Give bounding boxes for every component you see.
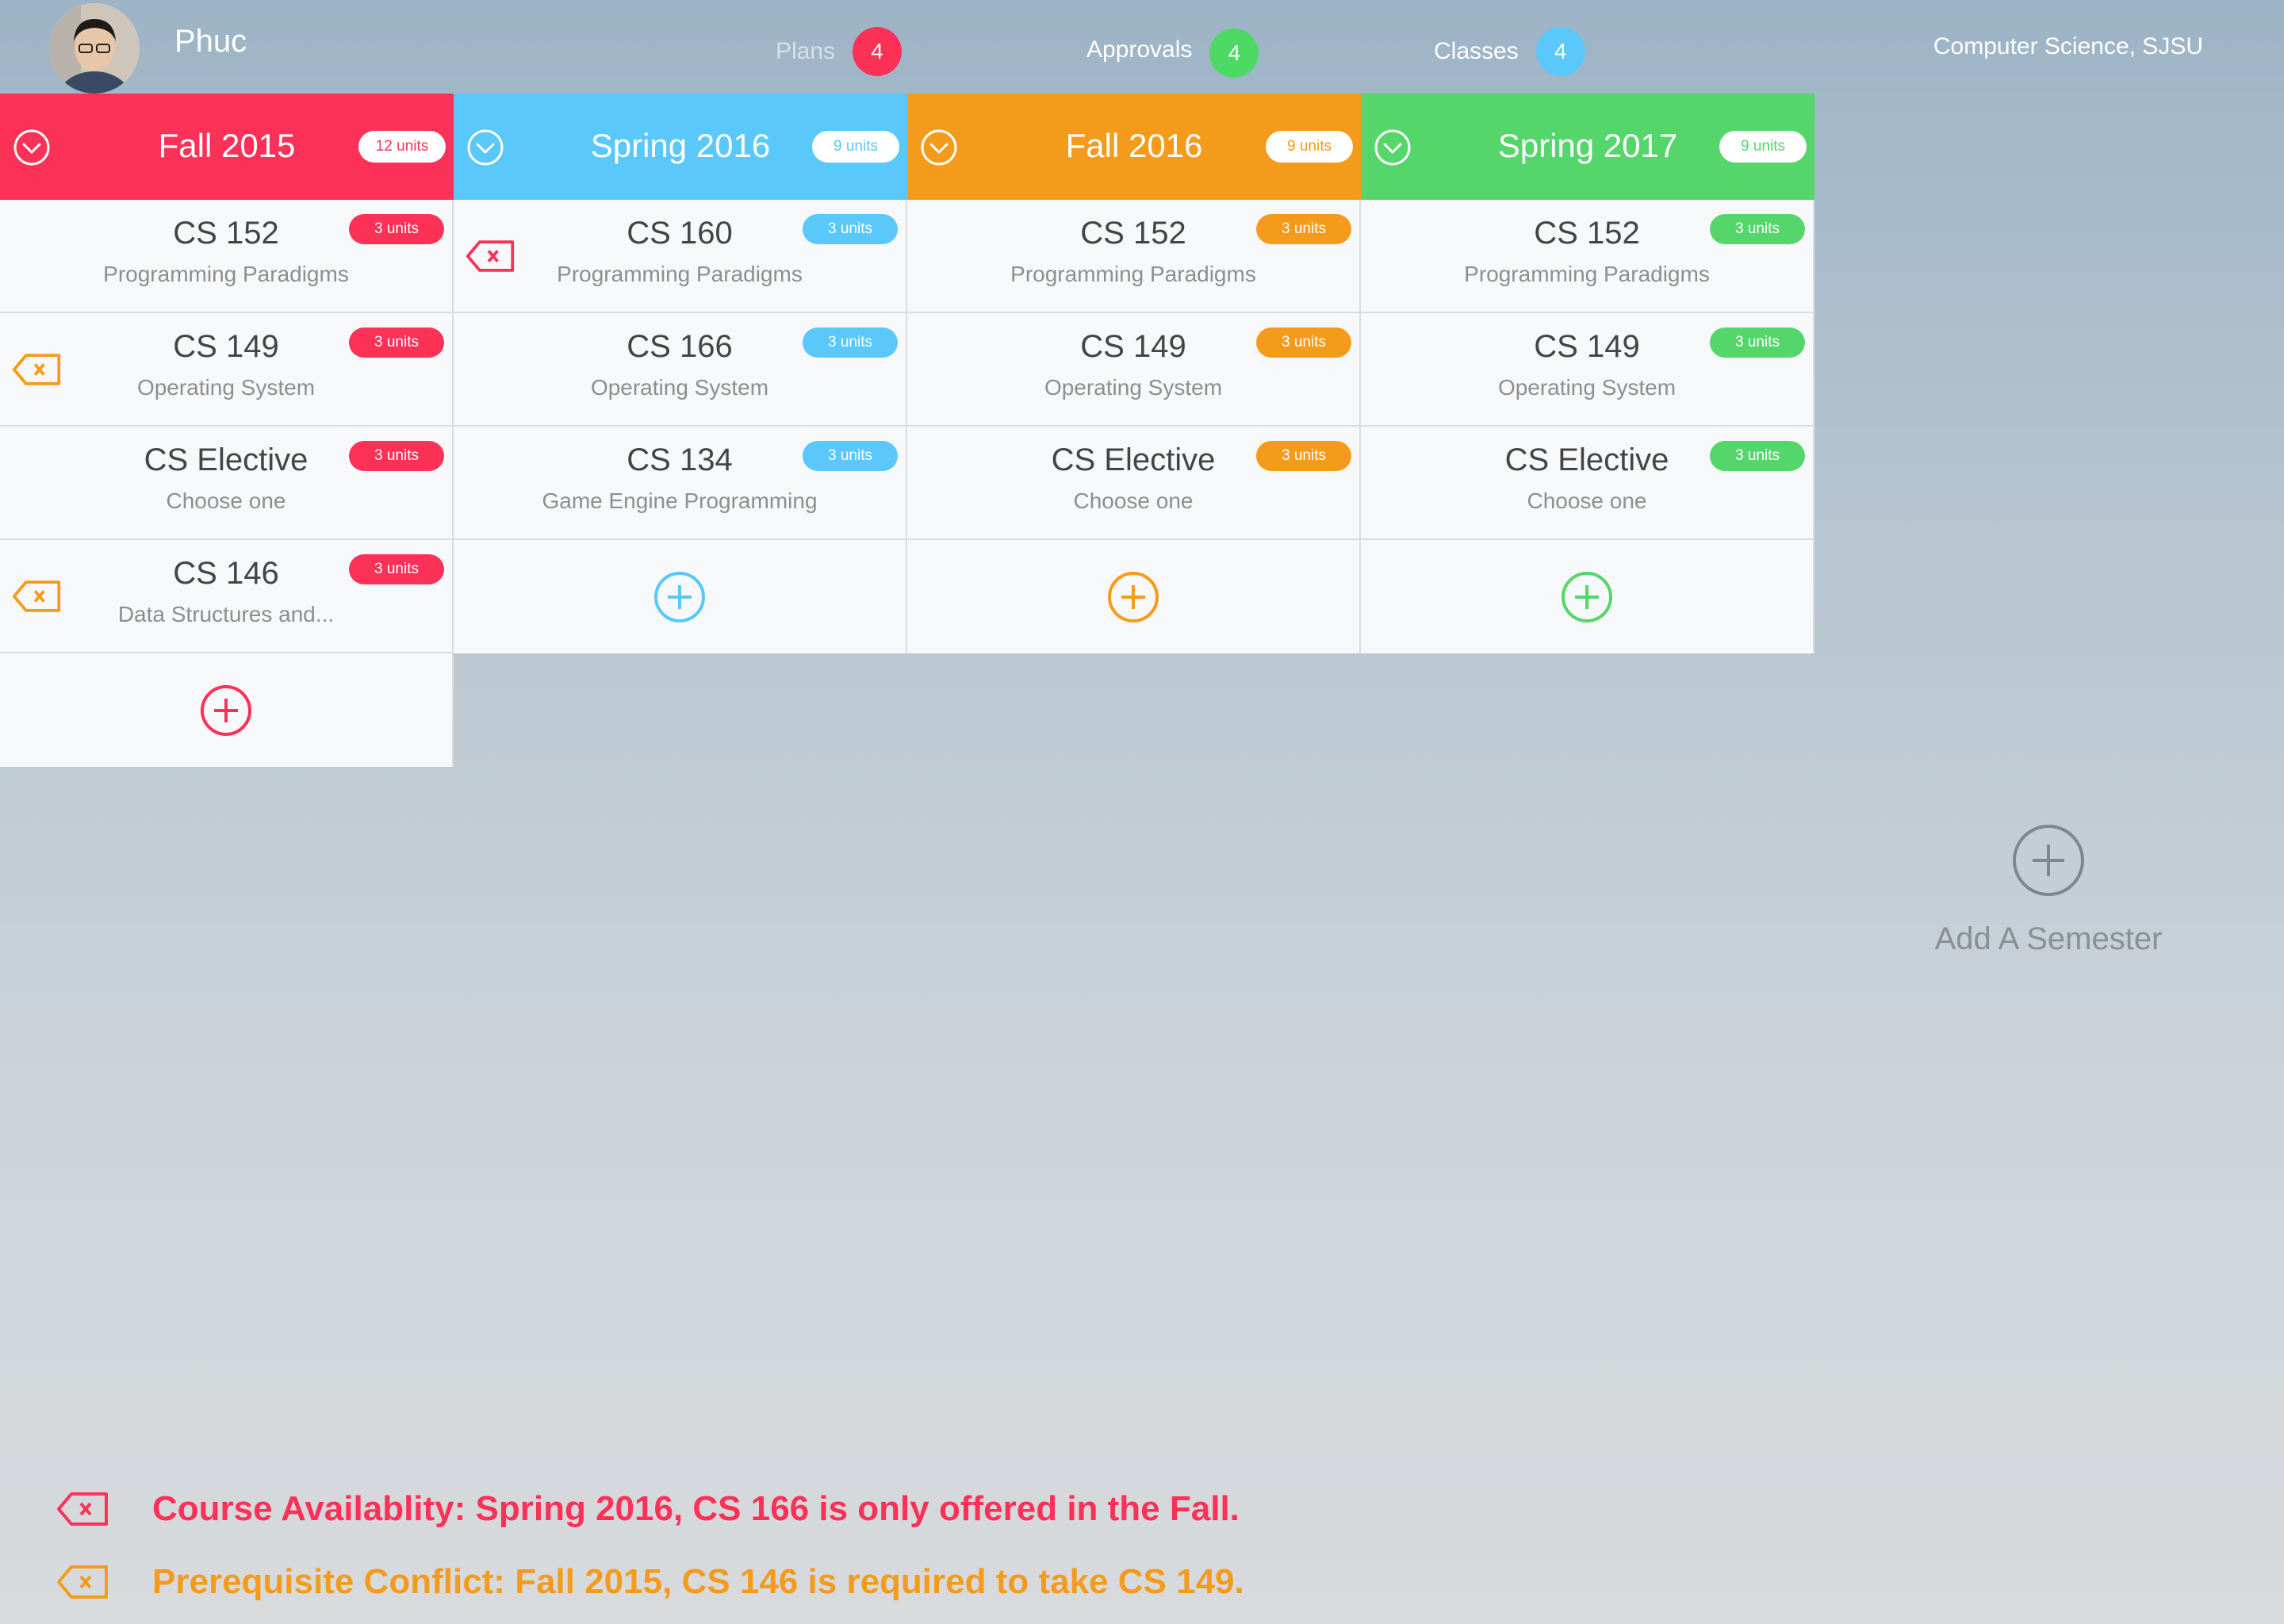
course-title: Operating System <box>1044 375 1223 400</box>
course-units-badge: 3 units <box>1710 214 1805 244</box>
course-units-badge: 3 units <box>349 554 444 584</box>
semester-header[interactable]: Fall 2015 12 units <box>0 94 454 200</box>
delete-tag-icon <box>57 1565 108 1599</box>
add-course-row[interactable] <box>907 540 1361 653</box>
course-units-badge: 3 units <box>1256 214 1351 244</box>
course-title: Choose one <box>1527 488 1647 513</box>
alert-availability: Course Availablity: Spring 2016, CS 166 … <box>56 1489 1240 1529</box>
course-card[interactable]: CS Elective Choose one 3 units <box>907 427 1361 540</box>
course-units-badge: 3 units <box>1710 327 1805 358</box>
nav-plans-label: Plans <box>776 38 836 64</box>
approvals-count-badge: 4 <box>1209 29 1259 78</box>
course-title: Choose one <box>1073 488 1194 513</box>
department-label: Computer Science, SJSU <box>1933 33 2203 59</box>
course-card[interactable]: CS 149 Operating System 3 units <box>1361 313 1815 427</box>
alert-prerequisite: Prerequisite Conflict: Fall 2015, CS 146… <box>56 1562 1244 1602</box>
course-title: Programming Paradigms <box>1464 262 1710 286</box>
nav-approvals[interactable]: Approvals 4 <box>1086 22 1259 78</box>
classes-count-badge: 4 <box>1535 27 1585 76</box>
course-units-badge: 3 units <box>349 441 444 471</box>
course-card[interactable]: CS 146 Data Structures and... 3 units <box>0 540 454 653</box>
course-title: Programming Paradigms <box>557 262 803 286</box>
plans-count-badge: 4 <box>853 27 902 76</box>
course-card[interactable]: CS 160 Programming Paradigms 3 units <box>454 200 907 313</box>
semester-units-badge: 9 units <box>1719 131 1807 163</box>
add-course-icon[interactable] <box>200 684 252 737</box>
semester-units-badge: 9 units <box>812 131 899 163</box>
course-card[interactable]: CS 152 Programming Paradigms 3 units <box>0 200 454 313</box>
nav-approvals-label: Approvals <box>1086 36 1193 63</box>
course-card[interactable]: CS 166 Operating System 3 units <box>454 313 907 427</box>
avatar-photo <box>49 3 140 94</box>
course-title: Programming Paradigms <box>103 262 349 286</box>
semester-header[interactable]: Spring 2016 9 units <box>454 94 907 200</box>
course-card[interactable]: CS 149 Operating System 3 units <box>0 313 454 427</box>
course-title: Choose one <box>166 488 286 513</box>
semester-column: Spring 2017 9 units CS 152 Programming P… <box>1361 94 1815 653</box>
course-units-badge: 3 units <box>1256 327 1351 358</box>
semester-header[interactable]: Spring 2017 9 units <box>1361 94 1815 200</box>
course-title: Operating System <box>590 375 769 400</box>
course-title: Data Structures and... <box>117 602 335 626</box>
course-title: Operating System <box>136 375 316 400</box>
add-semester-label[interactable]: Add A Semester <box>1903 921 2194 957</box>
course-card[interactable]: CS Elective Choose one 3 units <box>1361 427 1815 540</box>
nav-classes-label: Classes <box>1434 38 1519 64</box>
course-units-badge: 3 units <box>1710 441 1805 471</box>
alert-prerequisite-text: Prerequisite Conflict: Fall 2015, CS 146… <box>152 1562 1244 1601</box>
course-title: Game Engine Programming <box>542 488 818 513</box>
add-course-row[interactable] <box>454 540 907 653</box>
course-card[interactable]: CS 134 Game Engine Programming 3 units <box>454 427 907 540</box>
course-units-badge: 3 units <box>1256 441 1351 471</box>
semester-column: Spring 2016 9 units CS 160 Programming P… <box>454 94 907 653</box>
alert-availability-text: Course Availablity: Spring 2016, CS 166 … <box>152 1489 1240 1528</box>
course-card[interactable]: CS 152 Programming Paradigms 3 units <box>1361 200 1815 313</box>
add-course-row[interactable] <box>1361 540 1815 653</box>
semester-column: Fall 2016 9 units CS 152 Programming Par… <box>907 94 1361 653</box>
course-units-badge: 3 units <box>349 327 444 358</box>
user-name: Phuc <box>174 24 247 59</box>
delete-tag-icon <box>57 1492 108 1526</box>
semester-column: Fall 2015 12 units CS 152 Programming Pa… <box>0 94 454 767</box>
course-units-badge: 3 units <box>803 327 898 358</box>
course-units-badge: 3 units <box>349 214 444 244</box>
semester-units-badge: 9 units <box>1266 131 1353 163</box>
nav-plans[interactable]: Plans 4 <box>776 27 902 76</box>
course-units-badge: 3 units <box>803 441 898 471</box>
add-semester-icon[interactable] <box>2011 823 2086 898</box>
semester-header[interactable]: Fall 2016 9 units <box>907 94 1361 200</box>
course-units-badge: 3 units <box>803 214 898 244</box>
course-title: Programming Paradigms <box>1010 262 1256 286</box>
nav-classes[interactable]: Classes 4 <box>1434 27 1585 76</box>
avatar[interactable] <box>49 3 140 94</box>
semester-units-badge: 12 units <box>358 131 446 163</box>
course-card[interactable]: CS 149 Operating System 3 units <box>907 313 1361 427</box>
add-course-row[interactable] <box>0 653 454 767</box>
add-course-icon[interactable] <box>653 571 706 623</box>
course-card[interactable]: CS 152 Programming Paradigms 3 units <box>907 200 1361 313</box>
add-course-icon[interactable] <box>1107 571 1159 623</box>
course-card[interactable]: CS Elective Choose one 3 units <box>0 427 454 540</box>
course-title: Operating System <box>1497 375 1677 400</box>
add-course-icon[interactable] <box>1561 571 1613 623</box>
